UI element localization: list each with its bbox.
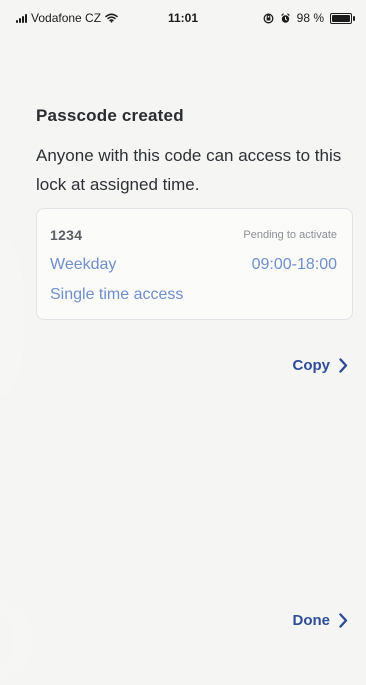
copy-button[interactable]: Copy xyxy=(293,357,349,374)
chevron-right-icon xyxy=(339,613,348,628)
time-range: 09:00-18:00 xyxy=(251,256,337,273)
main-content: Passcode created Anyone with this code c… xyxy=(36,106,352,199)
copy-label: Copy xyxy=(292,357,331,374)
access-type: Single time access xyxy=(50,286,184,303)
orientation-lock-icon xyxy=(263,13,274,24)
background-mark-top xyxy=(0,240,24,395)
carrier-label: Vodafone CZ xyxy=(31,11,102,25)
card-row-code: 1234 Pending to activate xyxy=(50,227,337,243)
card-row-schedule: Weekday 09:00-18:00 xyxy=(50,256,337,274)
status-right: 98 % xyxy=(263,11,355,25)
page-title: Passcode created xyxy=(36,106,184,125)
card-row-access: Single time access xyxy=(50,286,337,304)
schedule-label: Weekday xyxy=(50,256,117,273)
description-text: Anyone with this code can access to this… xyxy=(36,146,342,194)
alarm-icon xyxy=(280,12,291,24)
done-button[interactable]: Done xyxy=(293,612,349,629)
battery-percent: 98 % xyxy=(296,11,324,25)
done-label: Done xyxy=(292,612,331,629)
wifi-icon xyxy=(105,13,118,23)
chevron-right-icon xyxy=(339,358,348,373)
passcode-card: 1234 Pending to activate Weekday 09:00-1… xyxy=(36,208,353,320)
passcode-status: Pending to activate xyxy=(243,229,337,241)
background-mark-bottom xyxy=(0,595,32,685)
signal-icon xyxy=(16,13,27,23)
passcode-value: 1234 xyxy=(50,227,83,243)
status-left: Vodafone CZ xyxy=(16,11,118,25)
status-bar: Vodafone CZ 11:01 98 % xyxy=(0,0,366,36)
battery-icon xyxy=(330,12,355,24)
